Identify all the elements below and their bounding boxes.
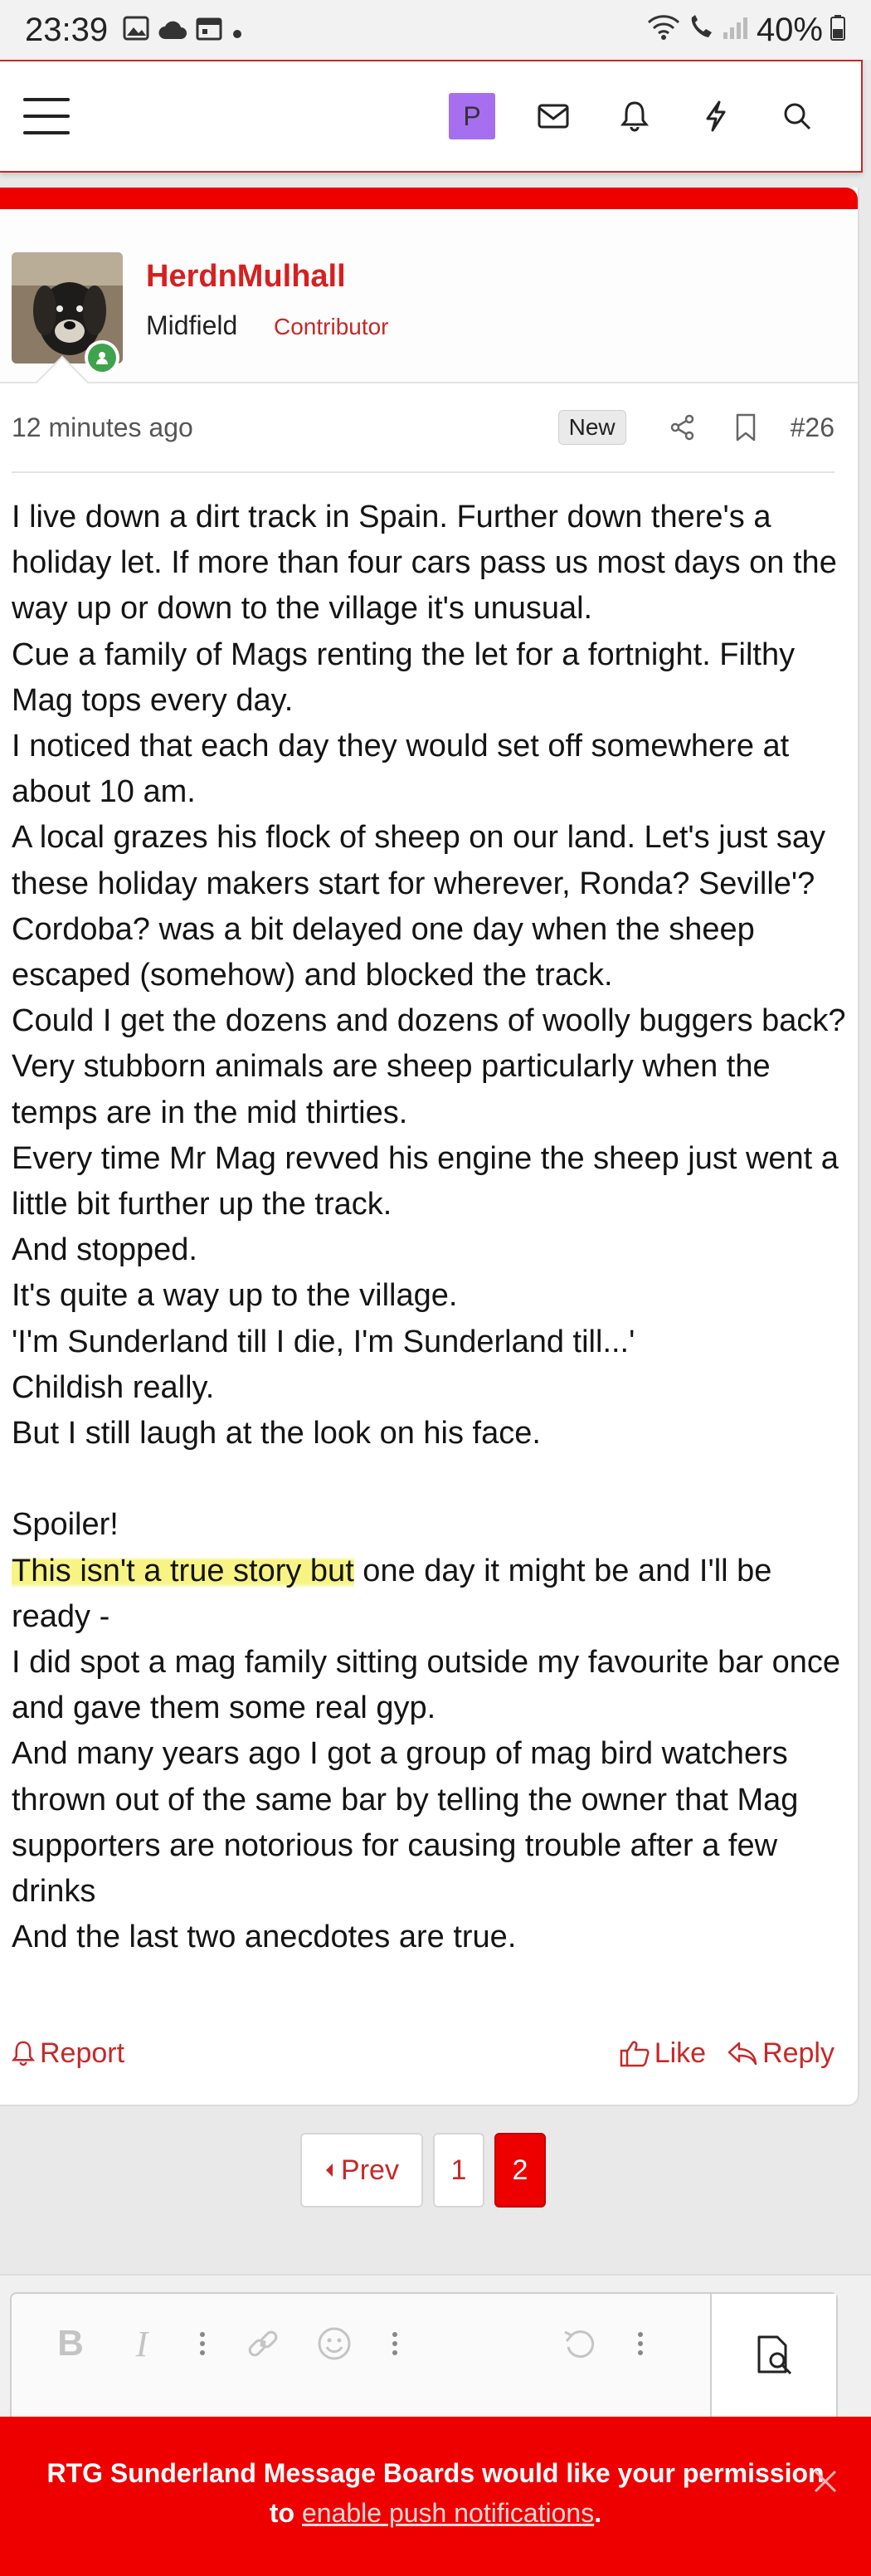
emoji-icon[interactable] xyxy=(299,2319,370,2369)
share-icon[interactable] xyxy=(651,414,714,441)
post-line: I live down a dirt track in Spain. Furth… xyxy=(12,500,837,627)
wifi-icon xyxy=(647,12,680,49)
post-meta: 12 minutes ago New #26 xyxy=(12,383,835,473)
push-notification-banner: RTG Sunderland Message Boards would like… xyxy=(0,2417,871,2576)
post-line: And the last two anecdotes are true. xyxy=(12,1920,517,1955)
report-label: Report xyxy=(40,2037,125,2069)
reply-button[interactable]: Reply xyxy=(727,2037,835,2070)
dot-icon xyxy=(231,12,244,49)
banner-line-2: to enable push notifications. xyxy=(0,2493,871,2533)
italic-icon: I xyxy=(135,2323,148,2364)
online-status-icon xyxy=(85,340,119,375)
post-line: I did spot a mag family sitting outside … xyxy=(12,1645,841,1726)
user-badge: Contributor xyxy=(274,314,389,339)
enable-push-link[interactable]: enable push notifications xyxy=(302,2498,594,2528)
banner-end: . xyxy=(594,2498,602,2528)
search-icon[interactable] xyxy=(757,87,838,145)
cloud-icon xyxy=(158,12,187,49)
account-button[interactable]: P xyxy=(431,87,513,145)
envelope-icon[interactable] xyxy=(513,87,594,145)
more-options-icon[interactable] xyxy=(178,2319,227,2369)
post-line: Could I get the dozens and dozens of woo… xyxy=(12,1003,846,1039)
post-body: I live down a dirt track in Spain. Furth… xyxy=(0,473,858,1960)
spoiler-text: This isn't a true story but one day it m… xyxy=(12,1549,846,1640)
spoiler-heading: Spoiler! xyxy=(12,1507,119,1543)
italic-button[interactable]: I xyxy=(106,2319,178,2369)
post-line: Every time Mr Mag revved his engine the … xyxy=(12,1140,839,1222)
like-button[interactable]: Like xyxy=(620,2037,706,2070)
post-username[interactable]: HerdnMulhall xyxy=(146,259,346,295)
bold-button[interactable]: B xyxy=(35,2319,106,2369)
post-line: But I still laugh at the look on his fac… xyxy=(12,1416,541,1451)
page-1-button[interactable]: 1 xyxy=(433,2133,484,2208)
caret-left-icon xyxy=(326,2164,333,2177)
new-badge: New xyxy=(557,410,626,445)
status-time: 23:39 xyxy=(25,11,109,48)
thumbs-up-icon xyxy=(620,2041,650,2067)
post-line: 'I'm Sunderland till I die, I'm Sunderla… xyxy=(12,1324,635,1359)
post-user-block: HerdnMulhall Midfield Contributor xyxy=(0,209,858,410)
post-line: Childish really. xyxy=(12,1369,215,1405)
user-title: Midfield xyxy=(146,310,238,340)
post-number[interactable]: #26 xyxy=(791,412,835,443)
more-insert-icon[interactable] xyxy=(370,2319,420,2369)
post-card: HerdnMulhall Midfield Contributor 12 min… xyxy=(0,188,859,2106)
avatar: P xyxy=(449,93,495,139)
like-label: Like xyxy=(654,2037,707,2069)
prev-label: Prev xyxy=(341,2154,399,2186)
wifi-call-icon xyxy=(687,12,715,49)
link-icon[interactable] xyxy=(227,2319,299,2369)
reply-icon xyxy=(727,2042,757,2066)
post-line: It's quite a way up to the village. xyxy=(12,1278,458,1314)
page-2-button[interactable]: 2 xyxy=(494,2133,546,2208)
post-line: And many years ago I got a group of mag … xyxy=(12,1736,799,1910)
highlighted-text: This isn't a true story but xyxy=(12,1553,354,1588)
editor-toolbar: B I xyxy=(35,2319,665,2369)
menu-icon[interactable] xyxy=(23,98,70,134)
pagination: Prev 1 2 xyxy=(300,2133,546,2208)
post-date[interactable]: 12 minutes ago xyxy=(12,412,193,443)
prev-page-button[interactable]: Prev xyxy=(300,2133,423,2208)
close-icon[interactable] xyxy=(813,2465,838,2505)
banner-to: to xyxy=(269,2498,302,2528)
preview-button[interactable] xyxy=(710,2294,836,2418)
battery-icon xyxy=(830,12,846,49)
post-line: I noticed that each day they would set o… xyxy=(12,729,790,810)
gallery-icon xyxy=(123,12,149,49)
post-line: And stopped. xyxy=(12,1232,197,1268)
post-line: Cue a family of Mags renting the let for… xyxy=(12,637,796,718)
more-undo-icon[interactable] xyxy=(616,2319,665,2369)
top-navbar: P xyxy=(0,60,863,173)
battery-percent: 40% xyxy=(756,11,823,48)
post-line: Very stubborn animals are sheep particul… xyxy=(12,1049,771,1130)
reply-label: Reply xyxy=(762,2037,835,2069)
bell-icon[interactable] xyxy=(594,87,675,145)
post-accent-bar xyxy=(0,188,858,209)
report-button[interactable]: Report xyxy=(12,2037,124,2070)
status-bar: 23:39 40% xyxy=(0,0,871,60)
bell-icon xyxy=(12,2041,35,2066)
bolt-icon[interactable] xyxy=(675,87,757,145)
undo-icon[interactable] xyxy=(544,2319,616,2369)
preview-icon xyxy=(757,2335,792,2375)
bookmark-icon[interactable] xyxy=(714,413,777,442)
signal-icon xyxy=(722,12,750,49)
banner-text: RTG Sunderland Message Boards would like… xyxy=(46,2458,825,2488)
post-line: A local grazes his flock of sheep on our… xyxy=(12,820,826,993)
calendar-icon xyxy=(196,12,222,49)
bold-icon: B xyxy=(57,2323,84,2364)
post-actions: Report Like Reply xyxy=(12,2028,835,2078)
